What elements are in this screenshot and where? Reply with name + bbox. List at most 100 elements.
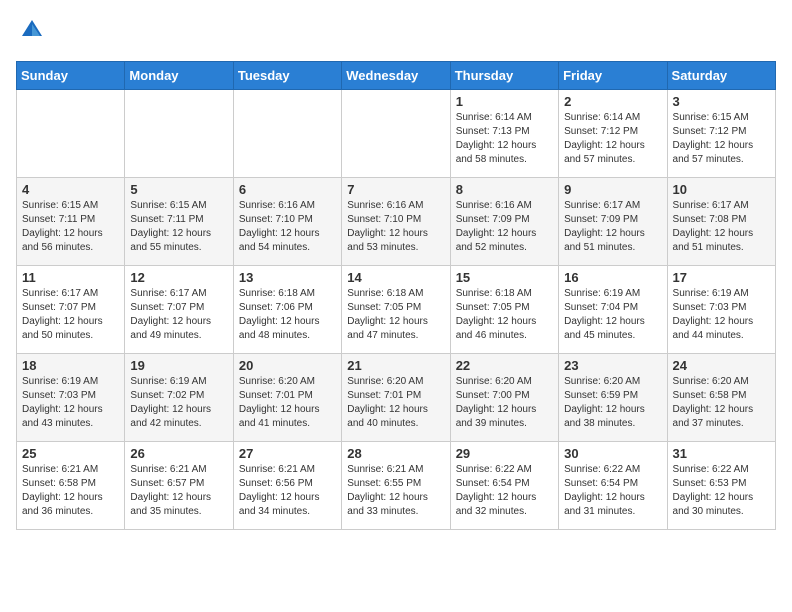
day-cell: 24Sunrise: 6:20 AM Sunset: 6:58 PM Dayli… xyxy=(667,353,775,441)
day-cell: 20 Sunrise: 6:20 AM Sunset: 7:01 PM Dayli… xyxy=(233,353,341,441)
day-info: Sunrise: 6:19 AM Sunset: 7:04 PM Dayligh… xyxy=(564,287,661,343)
day-info: Sunrise: 6:20 AM Sunset: 7:01 PM Dayligh… xyxy=(239,375,336,431)
week-row-3: 11Sunrise: 6:17 AM Sunset: 7:07 PM Dayli… xyxy=(17,265,776,353)
calendar-body: 1 Sunrise: 6:14 AM Sunset: 7:13 PM Daylig… xyxy=(17,89,776,529)
day-number: 24 xyxy=(673,358,770,373)
day-cell: 6 Sunrise: 6:16 AM Sunset: 7:10 PM Daylig… xyxy=(233,177,341,265)
day-info: Sunrise: 6:21 AM Sunset: 6:56 PM Dayligh… xyxy=(239,463,336,519)
day-number: 28 xyxy=(347,446,444,461)
day-info: Sunrise: 6:14 AM Sunset: 7:13 PM Dayligh… xyxy=(456,111,553,167)
day-info: Sunrise: 6:22 AM Sunset: 6:53 PM Dayligh… xyxy=(673,463,770,519)
day-info: Sunrise: 6:20 AM Sunset: 7:00 PM Dayligh… xyxy=(456,375,553,431)
page-header xyxy=(16,16,776,49)
day-cell: 8 Sunrise: 6:16 AM Sunset: 7:09 PM Daylig… xyxy=(450,177,558,265)
day-info: Sunrise: 6:20 AM Sunset: 6:59 PM Dayligh… xyxy=(564,375,661,431)
day-number: 11 xyxy=(22,270,119,285)
day-cell: 9Sunrise: 6:17 AM Sunset: 7:09 PM Daylig… xyxy=(559,177,667,265)
week-row-2: 4 Sunrise: 6:15 AM Sunset: 7:11 PM Daylig… xyxy=(17,177,776,265)
day-number: 31 xyxy=(673,446,770,461)
day-cell: 29Sunrise: 6:22 AM Sunset: 6:54 PM Dayli… xyxy=(450,441,558,529)
day-number: 19 xyxy=(130,358,227,373)
day-number: 4 xyxy=(22,182,119,197)
weekday-friday: Friday xyxy=(559,61,667,89)
day-number: 18 xyxy=(22,358,119,373)
day-cell: 22Sunrise: 6:20 AM Sunset: 7:00 PM Dayli… xyxy=(450,353,558,441)
weekday-sunday: Sunday xyxy=(17,61,125,89)
day-number: 21 xyxy=(347,358,444,373)
day-cell: 17 Sunrise: 6:19 AM Sunset: 7:03 PM Dayli… xyxy=(667,265,775,353)
weekday-monday: Monday xyxy=(125,61,233,89)
day-cell: 11Sunrise: 6:17 AM Sunset: 7:07 PM Dayli… xyxy=(17,265,125,353)
day-info: Sunrise: 6:18 AM Sunset: 7:06 PM Dayligh… xyxy=(239,287,336,343)
day-info: Sunrise: 6:15 AM Sunset: 7:11 PM Dayligh… xyxy=(130,199,227,255)
day-info: Sunrise: 6:21 AM Sunset: 6:55 PM Dayligh… xyxy=(347,463,444,519)
day-cell: 5 Sunrise: 6:15 AM Sunset: 7:11 PM Daylig… xyxy=(125,177,233,265)
weekday-thursday: Thursday xyxy=(450,61,558,89)
day-number: 3 xyxy=(673,94,770,109)
day-cell: 14Sunrise: 6:18 AM Sunset: 7:05 PM Dayli… xyxy=(342,265,450,353)
day-cell: 27 Sunrise: 6:21 AM Sunset: 6:56 PM Dayli… xyxy=(233,441,341,529)
day-info: Sunrise: 6:19 AM Sunset: 7:03 PM Dayligh… xyxy=(673,287,770,343)
day-number: 7 xyxy=(347,182,444,197)
day-number: 30 xyxy=(564,446,661,461)
day-info: Sunrise: 6:18 AM Sunset: 7:05 PM Dayligh… xyxy=(456,287,553,343)
day-info: Sunrise: 6:14 AM Sunset: 7:12 PM Dayligh… xyxy=(564,111,661,167)
day-number: 5 xyxy=(130,182,227,197)
day-number: 15 xyxy=(456,270,553,285)
day-info: Sunrise: 6:15 AM Sunset: 7:11 PM Dayligh… xyxy=(22,199,119,255)
day-number: 8 xyxy=(456,182,553,197)
day-info: Sunrise: 6:19 AM Sunset: 7:03 PM Dayligh… xyxy=(22,375,119,431)
day-cell: 28 Sunrise: 6:21 AM Sunset: 6:55 PM Dayli… xyxy=(342,441,450,529)
day-cell: 13 Sunrise: 6:18 AM Sunset: 7:06 PM Dayli… xyxy=(233,265,341,353)
day-number: 16 xyxy=(564,270,661,285)
day-number: 20 xyxy=(239,358,336,373)
day-cell: 10 Sunrise: 6:17 AM Sunset: 7:08 PM Dayli… xyxy=(667,177,775,265)
day-info: Sunrise: 6:22 AM Sunset: 6:54 PM Dayligh… xyxy=(456,463,553,519)
weekday-saturday: Saturday xyxy=(667,61,775,89)
day-cell: 30 Sunrise: 6:22 AM Sunset: 6:54 PM Dayli… xyxy=(559,441,667,529)
day-info: Sunrise: 6:22 AM Sunset: 6:54 PM Dayligh… xyxy=(564,463,661,519)
day-number: 10 xyxy=(673,182,770,197)
day-cell: 4 Sunrise: 6:15 AM Sunset: 7:11 PM Daylig… xyxy=(17,177,125,265)
day-info: Sunrise: 6:16 AM Sunset: 7:10 PM Dayligh… xyxy=(239,199,336,255)
day-info: Sunrise: 6:15 AM Sunset: 7:12 PM Dayligh… xyxy=(673,111,770,167)
day-cell: 31 Sunrise: 6:22 AM Sunset: 6:53 PM Dayli… xyxy=(667,441,775,529)
day-info: Sunrise: 6:19 AM Sunset: 7:02 PM Dayligh… xyxy=(130,375,227,431)
day-info: Sunrise: 6:21 AM Sunset: 6:58 PM Dayligh… xyxy=(22,463,119,519)
day-info: Sunrise: 6:20 AM Sunset: 7:01 PM Dayligh… xyxy=(347,375,444,431)
day-cell: 21 Sunrise: 6:20 AM Sunset: 7:01 PM Dayli… xyxy=(342,353,450,441)
day-cell: 23 Sunrise: 6:20 AM Sunset: 6:59 PM Dayli… xyxy=(559,353,667,441)
day-number: 14 xyxy=(347,270,444,285)
day-number: 6 xyxy=(239,182,336,197)
calendar-table: SundayMondayTuesdayWednesdayThursdayFrid… xyxy=(16,61,776,530)
day-cell: 7 Sunrise: 6:16 AM Sunset: 7:10 PM Daylig… xyxy=(342,177,450,265)
day-cell: 12Sunrise: 6:17 AM Sunset: 7:07 PM Dayli… xyxy=(125,265,233,353)
day-info: Sunrise: 6:21 AM Sunset: 6:57 PM Dayligh… xyxy=(130,463,227,519)
day-number: 1 xyxy=(456,94,553,109)
day-cell: 26 Sunrise: 6:21 AM Sunset: 6:57 PM Dayli… xyxy=(125,441,233,529)
day-cell: 18 Sunrise: 6:19 AM Sunset: 7:03 PM Dayli… xyxy=(17,353,125,441)
day-info: Sunrise: 6:16 AM Sunset: 7:09 PM Dayligh… xyxy=(456,199,553,255)
day-info: Sunrise: 6:16 AM Sunset: 7:10 PM Dayligh… xyxy=(347,199,444,255)
day-cell: 2 Sunrise: 6:14 AM Sunset: 7:12 PM Daylig… xyxy=(559,89,667,177)
day-number: 27 xyxy=(239,446,336,461)
logo xyxy=(16,16,46,49)
day-number: 26 xyxy=(130,446,227,461)
week-row-5: 25Sunrise: 6:21 AM Sunset: 6:58 PM Dayli… xyxy=(17,441,776,529)
day-number: 9 xyxy=(564,182,661,197)
day-cell: 15 Sunrise: 6:18 AM Sunset: 7:05 PM Dayli… xyxy=(450,265,558,353)
day-number: 13 xyxy=(239,270,336,285)
day-info: Sunrise: 6:17 AM Sunset: 7:08 PM Dayligh… xyxy=(673,199,770,255)
day-number: 17 xyxy=(673,270,770,285)
weekday-header-row: SundayMondayTuesdayWednesdayThursdayFrid… xyxy=(17,61,776,89)
day-number: 2 xyxy=(564,94,661,109)
day-cell: 19 Sunrise: 6:19 AM Sunset: 7:02 PM Dayli… xyxy=(125,353,233,441)
logo-icon xyxy=(18,16,46,44)
day-cell xyxy=(233,89,341,177)
day-cell xyxy=(125,89,233,177)
day-cell: 3 Sunrise: 6:15 AM Sunset: 7:12 PM Daylig… xyxy=(667,89,775,177)
day-number: 23 xyxy=(564,358,661,373)
day-cell xyxy=(17,89,125,177)
weekday-wednesday: Wednesday xyxy=(342,61,450,89)
weekday-tuesday: Tuesday xyxy=(233,61,341,89)
